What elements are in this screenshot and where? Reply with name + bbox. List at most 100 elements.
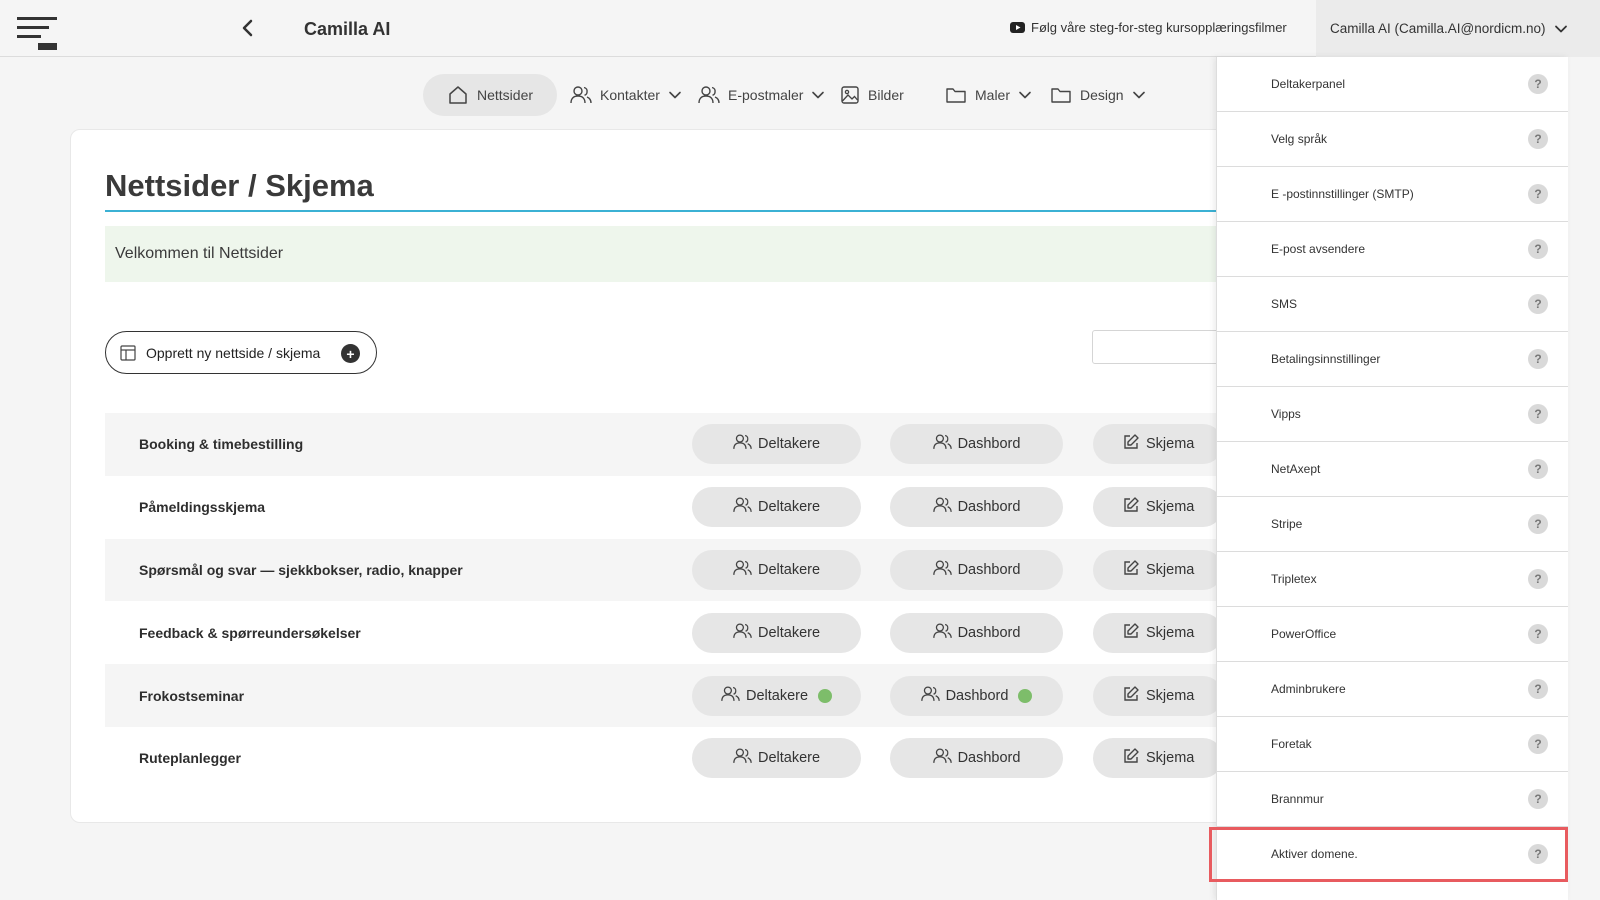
help-icon[interactable]: ?: [1528, 294, 1548, 314]
settings-menu-item[interactable]: Adminbrukere?: [1217, 662, 1568, 717]
top-bar: Camilla AI Følg våre steg-for-steg kurso…: [0, 0, 1600, 57]
form-button[interactable]: Skjema: [1093, 738, 1223, 779]
help-icon[interactable]: ?: [1528, 789, 1548, 809]
dashboard-button[interactable]: Dashbord: [890, 424, 1063, 465]
settings-menu-label: E-post avsendere: [1271, 242, 1366, 256]
nav-item-maler[interactable]: Maler: [935, 74, 1042, 116]
youtube-icon: [1010, 22, 1025, 33]
help-icon[interactable]: ?: [1528, 349, 1548, 369]
form-label: Skjema: [1146, 436, 1195, 453]
help-icon[interactable]: ?: [1528, 239, 1548, 259]
settings-menu-item[interactable]: Stripe?: [1217, 497, 1568, 552]
settings-menu-item[interactable]: PowerOffice?: [1217, 607, 1568, 662]
form-button[interactable]: Skjema: [1093, 424, 1223, 465]
participants-button[interactable]: Deltakere: [692, 738, 861, 779]
settings-menu-item[interactable]: Vipps?: [1217, 387, 1568, 442]
participants-label: Deltakere: [745, 687, 809, 704]
settings-menu-item[interactable]: Aktiver domene.?: [1209, 827, 1568, 882]
help-icon[interactable]: ?: [1528, 844, 1548, 864]
nav-item-nettsider[interactable]: Nettsider: [423, 74, 558, 116]
nav-label: E-postmaler: [728, 87, 804, 103]
settings-menu-item[interactable]: Velg språk?: [1217, 112, 1568, 167]
settings-menu-label: Betalingsinnstillinger: [1271, 352, 1381, 366]
settings-menu-item[interactable]: Brannmur?: [1217, 772, 1568, 827]
user-label: Camilla AI (Camilla.AI@nordicm.no): [1330, 21, 1546, 36]
nav-item-bilder[interactable]: Bilder: [830, 74, 914, 116]
tutorial-videos-link[interactable]: Følg våre steg-for-steg kursopplæringsfi…: [1010, 20, 1287, 35]
help-icon[interactable]: ?: [1528, 734, 1548, 754]
settings-menu-item[interactable]: Betalingsinnstillinger?: [1217, 332, 1568, 387]
help-icon[interactable]: ?: [1528, 129, 1548, 149]
form-button[interactable]: Skjema: [1093, 612, 1223, 653]
participants-button[interactable]: Deltakere: [692, 487, 861, 528]
nav-item-design[interactable]: Design: [1040, 74, 1156, 116]
help-icon[interactable]: ?: [1528, 514, 1548, 534]
nav-item-kontakter[interactable]: Kontakter: [560, 74, 692, 116]
form-label: Skjema: [1146, 750, 1195, 767]
edit-icon: [1122, 496, 1140, 518]
nav-label: Maler: [975, 87, 1011, 103]
tutorial-link-label: Følg våre steg-for-steg kursopplæringsfi…: [1031, 20, 1287, 35]
participants-label: Deltakere: [757, 561, 821, 578]
participants-button[interactable]: Deltakere: [692, 549, 861, 590]
back-arrow-icon[interactable]: [236, 16, 260, 40]
dashboard-button[interactable]: Dashbord: [890, 487, 1063, 528]
settings-menu-item[interactable]: Tripletex?: [1217, 552, 1568, 607]
help-icon[interactable]: ?: [1528, 74, 1548, 94]
users-icon: [733, 622, 752, 644]
participants-label: Deltakere: [757, 499, 821, 516]
users-icon: [932, 496, 952, 518]
help-icon[interactable]: ?: [1528, 184, 1548, 204]
chevron-down-icon: [812, 91, 825, 99]
user-menu-button[interactable]: Camilla AI (Camilla.AI@nordicm.no): [1316, 0, 1600, 57]
row-name[interactable]: Ruteplanlegger: [139, 750, 241, 766]
row-name[interactable]: Frokostseminar: [139, 688, 244, 704]
help-icon[interactable]: ?: [1528, 569, 1548, 589]
participants-button[interactable]: Deltakere: [692, 612, 861, 653]
users-icon: [932, 433, 952, 455]
nav-label: Design: [1080, 87, 1124, 103]
hamburger-menu-icon[interactable]: [16, 14, 58, 52]
dashboard-button[interactable]: Dashbord: [890, 549, 1063, 590]
plus-icon: +: [341, 344, 360, 363]
settings-menu-item[interactable]: SMS?: [1217, 277, 1568, 332]
page-title: Nettsider / Skjema: [105, 168, 374, 203]
settings-menu-item[interactable]: Foretak?: [1217, 717, 1568, 772]
dashboard-button[interactable]: Dashbord: [890, 738, 1063, 779]
participants-button[interactable]: Deltakere: [692, 675, 861, 716]
pages-list: Booking & timebestilling Deltakere Dashbor…: [105, 413, 1251, 790]
dashboard-label: Dashbord: [957, 561, 1021, 578]
nav-item-epostmaler[interactable]: E-postmaler: [688, 74, 835, 116]
help-icon[interactable]: ?: [1528, 624, 1548, 644]
table-row: Ruteplanlegger Deltakere Dashbord Skjema: [105, 727, 1251, 790]
image-icon: [841, 86, 859, 104]
content-card: Nettsider / Skjema Velkommen til Nettsid…: [70, 129, 1252, 823]
table-row: Booking & timebestilling Deltakere Dashbor…: [105, 413, 1251, 476]
settings-menu-item[interactable]: Deltakerpanel?: [1217, 57, 1568, 112]
users-icon: [721, 685, 740, 707]
settings-menu-item[interactable]: NetAxept?: [1217, 442, 1568, 497]
settings-menu-item[interactable]: E -postinnstillinger (SMTP)?: [1217, 167, 1568, 222]
row-name[interactable]: Feedback & spørreundersøkelser: [139, 625, 361, 641]
table-row: Påmeldingsskjema Deltakere Dashbord Skjema: [105, 476, 1251, 539]
form-button[interactable]: Skjema: [1093, 549, 1223, 590]
table-row: Spørsmål og svar — sjekkbokser, radio, k…: [105, 538, 1251, 602]
help-icon[interactable]: ?: [1528, 404, 1548, 424]
help-icon[interactable]: ?: [1528, 679, 1548, 699]
help-icon[interactable]: ?: [1528, 459, 1548, 479]
edit-icon: [1122, 747, 1140, 769]
dashboard-button[interactable]: Dashbord: [890, 612, 1063, 653]
users-icon: [932, 747, 952, 769]
settings-menu-item[interactable]: E-post avsendere?: [1217, 222, 1568, 277]
settings-menu-label: Deltakerpanel: [1271, 77, 1346, 91]
form-button[interactable]: Skjema: [1093, 675, 1223, 716]
settings-dropdown-panel: Deltakerpanel? Velg språk? E -postinnstill…: [1209, 57, 1568, 900]
create-page-button[interactable]: Opprett ny nettside / skjema +: [105, 331, 377, 374]
row-name[interactable]: Spørsmål og svar — sjekkbokser, radio, k…: [139, 562, 463, 578]
form-button[interactable]: Skjema: [1093, 487, 1223, 528]
participants-button[interactable]: Deltakere: [692, 424, 861, 465]
row-name[interactable]: Påmeldingsskjema: [139, 499, 265, 515]
dashboard-button[interactable]: Dashbord: [890, 675, 1063, 716]
dashboard-label: Dashbord: [957, 624, 1021, 641]
row-name[interactable]: Booking & timebestilling: [139, 436, 303, 452]
